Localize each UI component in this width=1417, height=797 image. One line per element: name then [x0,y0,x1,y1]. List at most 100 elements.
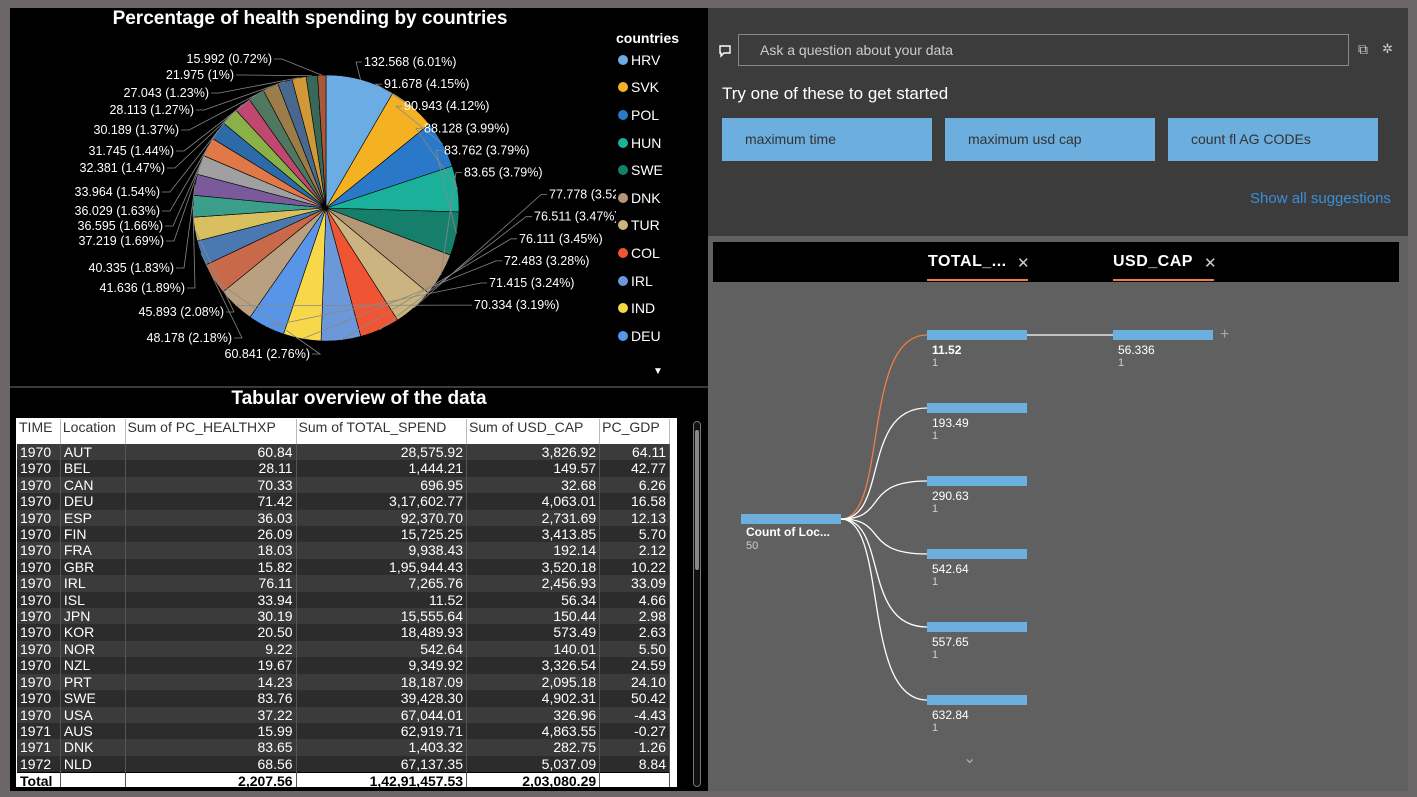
table-body: 1970 AUT 60.84 28,575.92 3,826.92 64.11 1970 BE… [17,444,670,787]
table-cell: 70.33 [125,476,297,494]
table-cell: 1970 [17,526,61,543]
table-cell: 4,902.31 [466,690,601,707]
table-row[interactable]: 1970 KOR 20.50 18,489.93 573.49 2.63 [17,624,670,641]
table-row[interactable]: 1970 IRL 76.11 7,265.76 2,456.93 33.09 [17,575,670,592]
suggestion-button-3[interactable]: count fl AG CODEs [1168,118,1378,161]
pie-leader-line [274,58,322,76]
tree-node-count: 1 [932,357,939,369]
table-cell: 26.09 [125,526,297,543]
table-cell: 1970 [17,476,61,494]
table-cell: 67,044.01 [296,706,468,723]
table-row[interactable]: 1970 PRT 14.23 18,187.09 2,095.18 24.10 [17,673,670,691]
pie-data-label: 60.841 (2.76%) [225,347,310,361]
table-cell: 24.59 [599,657,670,674]
legend-item-svk[interactable]: SVK [616,74,706,102]
table-row[interactable]: 1970 JPN 30.19 15,555.64 150.44 2.98 [17,608,670,625]
legend-item-deu[interactable]: DEU [616,322,706,350]
legend-item-swe[interactable]: SWE [616,156,706,184]
table-row[interactable]: 1970 USA 37.22 67,044.01 326.96 -4.43 [17,706,670,723]
table-row[interactable]: 1970 SWE 83.76 39,428.30 4,902.31 50.42 [17,690,670,707]
table-cell: 4.66 [599,591,670,609]
tree-root-bar[interactable] [741,514,841,524]
table-cell: 15,555.64 [296,608,468,625]
table-row[interactable]: 1970 GBR 15.82 1,95,944.43 3,520.18 10.22 [17,558,670,576]
tree-node-bar[interactable] [927,622,1027,632]
pie-leader-line [355,61,362,80]
table-scrollbar[interactable] [693,421,701,787]
tree-node-label: 542.64 [932,562,969,576]
table-cell: GBR [60,558,126,576]
table-scrollbar-thumb[interactable] [695,430,699,570]
legend-item-col[interactable]: COL [616,239,706,267]
legend-item-pol[interactable]: POL [616,101,706,129]
tree-node-bar[interactable] [927,695,1027,705]
column-header[interactable]: Location [60,419,126,444]
table-row[interactable]: 1971 AUS 15.99 62,919.71 4,863.55 -0.27 [17,722,670,740]
column-header[interactable]: Sum of TOTAL_SPEND [296,419,468,444]
table-cell: 28,575.92 [296,444,468,461]
legend-item-tur[interactable]: TUR [616,212,706,240]
table-row[interactable]: 1970 NZL 19.67 9,349.92 3,326.54 24.59 [17,657,670,674]
table-row[interactable]: 1970 BEL 28.11 1,444.21 149.57 42.77 [17,460,670,477]
legend-item-dnk[interactable]: DNK [616,184,706,212]
legend-item-hrv[interactable]: HRV [616,46,706,74]
legend-label: IRL [631,272,653,289]
table-cell: 3,413.85 [466,526,601,543]
table-cell: 20.50 [125,624,297,641]
table-cell: JPN [60,608,126,625]
table-cell: 1.26 [599,739,670,756]
data-table: TIME Location Sum of PC_HEALTHXP Sum of TOT… [16,418,677,787]
show-all-suggestions-link[interactable]: Show all suggestions [1250,190,1391,207]
tree-node-bar[interactable] [927,330,1027,340]
table-row[interactable]: 1971 DNK 83.65 1,403.32 282.75 1.26 [17,739,670,756]
table-row[interactable]: 1970 NOR 9.22 542.64 140.01 5.50 [17,640,670,658]
column-header[interactable]: Sum of USD_CAP [466,419,601,444]
table-cell: ISL [60,591,126,609]
legend-label: SVK [631,79,660,96]
suggestion-button-2[interactable]: maximum usd cap [945,118,1155,161]
table-cell: NZL [60,657,126,674]
tree-node-bar[interactable] [927,476,1027,486]
table-cell: 50.42 [599,690,670,707]
table-row[interactable]: 1970 FIN 26.09 15,725.25 3,413.85 5.70 [17,526,670,543]
table-cell: 2,456.93 [466,575,601,592]
column-header[interactable]: Sum of PC_HEALTHXP [125,419,297,444]
table-row[interactable]: 1970 ESP 36.03 92,370.70 2,731.69 12.13 [17,509,670,527]
legend-swatch [618,137,628,148]
expand-plus-icon[interactable]: + [1220,326,1229,344]
table-cell: 1970 [17,608,61,625]
table-cell: 4,063.01 [466,493,601,510]
tree-node-count: 1 [932,503,939,515]
tree-node-bar[interactable] [927,403,1027,413]
table-row[interactable]: 1970 FRA 18.03 9,938.43 192.14 2.12 [17,542,670,559]
column-header[interactable]: TIME [17,419,61,444]
table-row[interactable]: 1970 ISL 33.94 11.52 56.34 4.66 [17,591,670,609]
pie-data-label: 91.678 (4.15%) [384,77,469,91]
table-cell: 11.52 [296,591,468,609]
suggestion-button-1[interactable]: maximum time [722,118,932,161]
legend-scroll-down-icon[interactable]: ▼ [653,366,663,377]
column-header[interactable]: PC_GDP [599,419,670,444]
share-icon[interactable]: ⧉ [1358,41,1368,58]
legend-item-hun[interactable]: HUN [616,129,706,157]
tree-node-bar[interactable] [927,549,1027,559]
legend-items: HRV SVK POL HUN SWE DNK TUR COL IRL IND DEU [616,46,706,350]
tree-node-bar[interactable] [1113,330,1213,340]
decomposition-tree-visual: TOTAL_... ✕ USD_CAP ✕ Count of Loc... 50 1… [708,236,1408,791]
table-row[interactable]: 1970 AUT 60.84 28,575.92 3,826.92 64.11 [17,444,670,461]
pie-chart-visual[interactable]: Percentage of health spending by countri… [10,8,708,386]
tree-root-count: 50 [746,540,759,552]
chevron-down-icon[interactable]: ⌄ [963,748,976,768]
gear-icon[interactable]: ✲ [1382,41,1393,57]
table-row[interactable]: 1970 DEU 71.42 3,17,602.77 4,063.01 16.58 [17,493,670,510]
table-row[interactable]: 1970 CAN 70.33 696.95 32.68 6.26 [17,476,670,494]
table-cell: 56.34 [466,591,601,609]
table-row[interactable]: 1972 NLD 68.56 67,137.35 5,037.09 8.84 [17,755,670,773]
pie-data-label: 83.65 (3.79%) [464,166,543,180]
pie-data-label: 76.111 (3.45%) [519,232,603,246]
qa-question-input[interactable]: Ask a question about your data [738,34,1349,66]
chat-bubble-icon [718,44,732,58]
legend-item-irl[interactable]: IRL [616,267,706,295]
legend-item-ind[interactable]: IND [616,294,706,322]
table-cell: 3,826.92 [466,444,601,461]
